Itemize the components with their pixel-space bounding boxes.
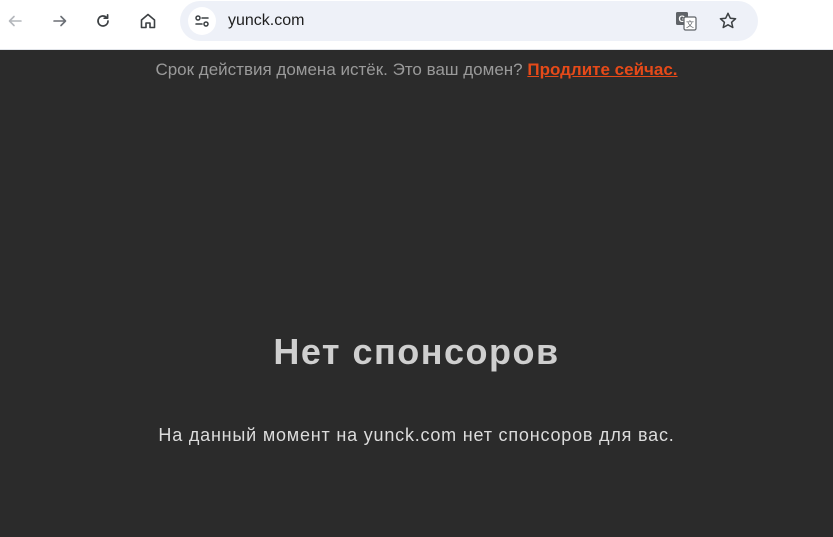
forward-arrow-icon: [53, 15, 67, 27]
reload-button[interactable]: [90, 8, 116, 34]
tune-icon: [195, 15, 209, 27]
url-text[interactable]: yunck.com: [228, 11, 304, 31]
back-button[interactable]: [2, 8, 28, 34]
site-info-button[interactable]: [188, 7, 216, 35]
translate-button[interactable]: G 文: [674, 9, 698, 33]
svg-text:文: 文: [686, 19, 694, 29]
forward-button[interactable]: [47, 8, 73, 34]
back-arrow-icon: [8, 15, 22, 27]
page-title: Нет спонсоров: [273, 331, 560, 372]
star-icon: [719, 12, 737, 29]
page-content: Срок действия домена истёк. Это ваш доме…: [0, 50, 833, 537]
bookmark-button[interactable]: [716, 9, 740, 33]
page-subtitle: На данный момент на yunck.com нет спонсо…: [158, 425, 675, 445]
address-bar[interactable]: yunck.com G 文: [180, 1, 758, 41]
home-button[interactable]: [135, 8, 161, 34]
translate-icon: G 文: [676, 12, 697, 31]
renew-link[interactable]: Продлите сейчас.: [527, 60, 677, 79]
reload-icon: [97, 13, 109, 27]
browser-toolbar: yunck.com G 文: [0, 0, 833, 50]
home-icon: [140, 13, 156, 29]
expiry-message: Срок действия домена истёк. Это ваш доме…: [155, 60, 528, 79]
domain-expiry-banner: Срок действия домена истёк. Это ваш доме…: [0, 60, 833, 80]
